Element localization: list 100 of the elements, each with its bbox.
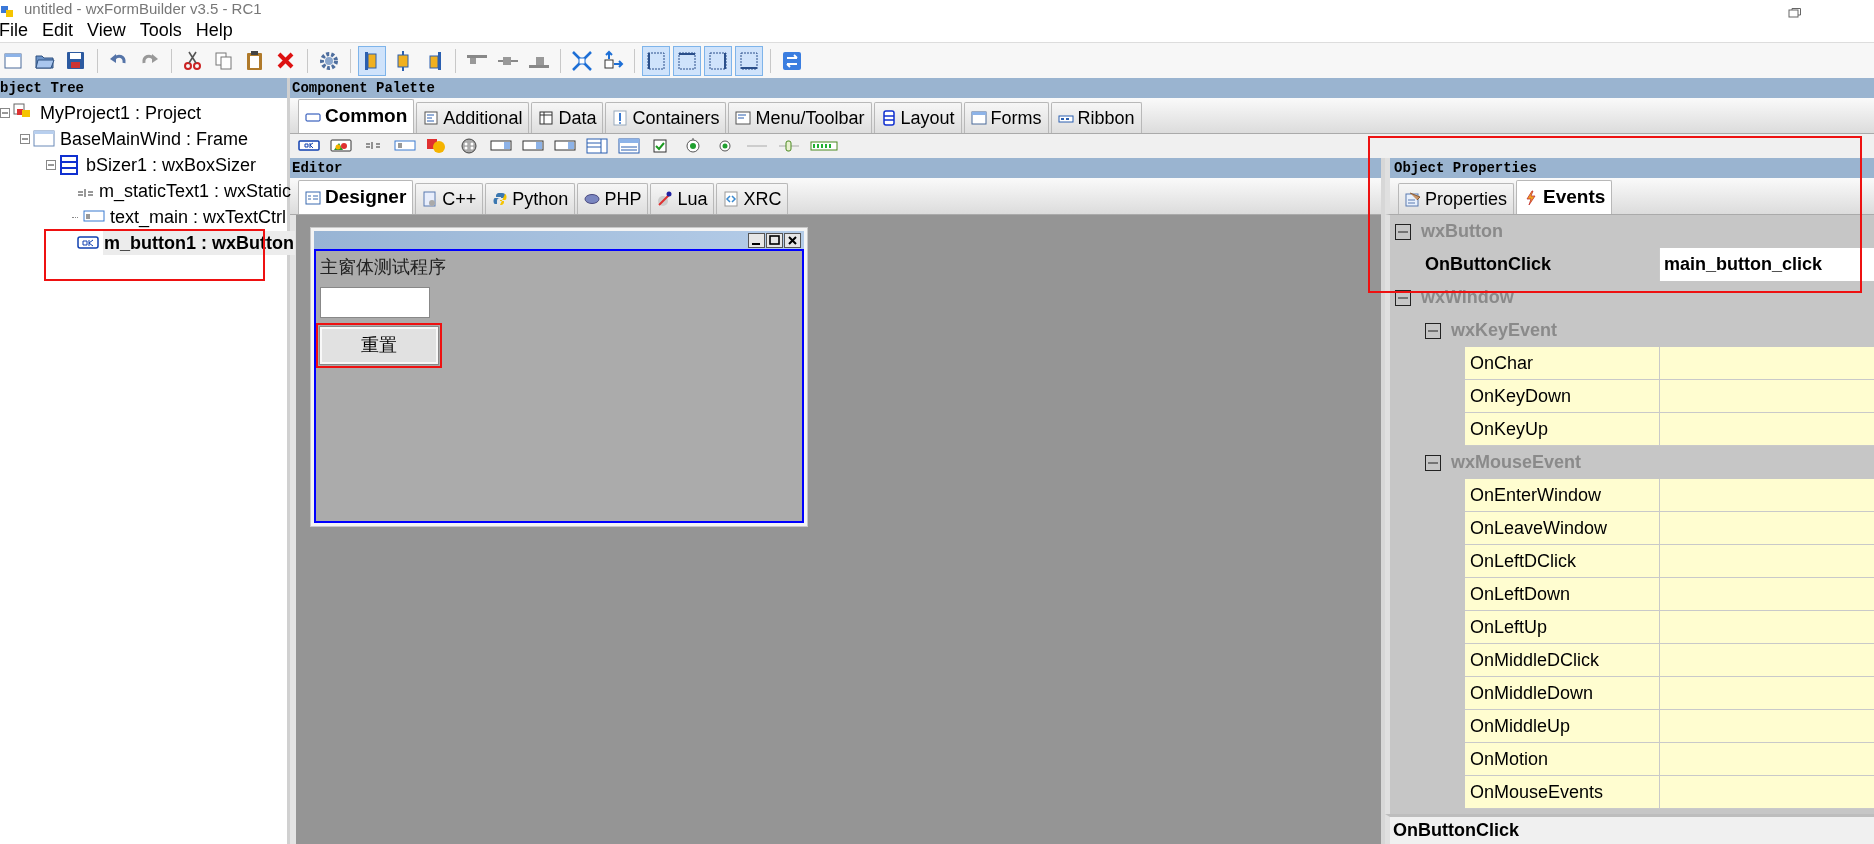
choice-icon[interactable] <box>554 138 576 154</box>
close-icon[interactable] <box>784 232 801 248</box>
border-button[interactable] <box>642 45 670 76</box>
border-button[interactable] <box>673 45 701 76</box>
border-button[interactable] <box>704 45 732 76</box>
shapes-icon[interactable] <box>426 138 448 154</box>
tab[interactable]: Events <box>1516 180 1613 214</box>
slider-icon[interactable] <box>778 138 800 154</box>
tree-item[interactable]: MyProject1 : Project <box>39 101 203 125</box>
swap-icon <box>781 49 803 72</box>
collapse-toggle-icon[interactable] <box>1395 223 1411 240</box>
gauge-icon[interactable] <box>810 138 838 154</box>
menu-item[interactable]: View <box>87 18 126 42</box>
sizer-icon <box>59 155 81 175</box>
property-name: OnLeftDown <box>1465 578 1660 611</box>
tree-item[interactable]: bSizer1 : wxBoxSizer <box>85 153 258 177</box>
property-name: OnMiddleUp <box>1465 710 1660 743</box>
tab-icon <box>880 110 897 126</box>
collapse-toggle-icon[interactable] <box>1425 322 1441 339</box>
collapse-toggle-icon[interactable] <box>1395 289 1411 306</box>
tab[interactable]: Containers <box>605 102 727 133</box>
expand-arrows-icon <box>571 49 593 72</box>
scissors-icon <box>182 49 204 72</box>
menu-item[interactable]: Help <box>195 18 233 42</box>
tab[interactable]: Data <box>531 102 604 133</box>
collapse-toggle-icon[interactable] <box>20 134 30 144</box>
text-input-field[interactable] <box>320 287 430 318</box>
tab[interactable]: XRC <box>716 183 789 214</box>
collapse-toggle-icon[interactable] <box>1425 454 1441 471</box>
tab[interactable]: Python <box>485 183 576 214</box>
tab[interactable]: Layout <box>873 102 962 133</box>
border-icon <box>645 49 667 72</box>
tab-icon <box>422 191 439 207</box>
border-button[interactable] <box>735 45 763 76</box>
list-box-icon[interactable] <box>586 138 608 154</box>
collapse-toggle-icon[interactable] <box>46 160 56 170</box>
panel-header: Object Properties <box>1385 158 1874 178</box>
tab-icon <box>970 110 987 126</box>
tab-icon <box>735 110 752 126</box>
text-control-icon[interactable] <box>394 138 416 154</box>
window-icon <box>33 129 55 149</box>
tab[interactable]: PHP <box>577 183 649 214</box>
tree-item[interactable]: BaseMainWind : Frame <box>59 127 250 151</box>
bitmap-button-icon[interactable] <box>330 138 352 154</box>
tab[interactable]: C++ <box>415 183 484 214</box>
tree-item[interactable]: text_main : wxTextCtrl <box>108 205 287 229</box>
property-name: OnMouseEvents <box>1465 776 1660 809</box>
property-value[interactable]: main_button_click <box>1660 248 1874 281</box>
tab-icon <box>1405 191 1421 207</box>
button-control-icon[interactable] <box>298 138 320 154</box>
list-control-icon[interactable] <box>618 138 640 154</box>
tab-icon <box>538 110 555 126</box>
border-icon <box>707 49 729 72</box>
tab-icon <box>305 189 321 206</box>
tab-icon <box>612 110 629 126</box>
app-logo-icon <box>0 6 16 18</box>
menu-item[interactable]: File <box>0 18 28 42</box>
static-text: 主窗体测试程序 <box>320 256 446 279</box>
property-name: OnMiddleDClick <box>1465 644 1660 677</box>
film-reel-icon[interactable] <box>458 138 480 154</box>
tab[interactable]: Ribbon <box>1050 102 1142 133</box>
combo-box-icon[interactable] <box>490 138 512 154</box>
border-icon <box>738 49 760 72</box>
window-title: untitled - wxFormBuilder v3.5 - RC1 <box>24 0 262 18</box>
minimize-icon[interactable] <box>748 232 765 248</box>
category-label: wxWindow <box>1421 286 1514 309</box>
tab[interactable]: Lua <box>650 183 715 214</box>
tree-item[interactable]: m_staticText1 : wxStatic <box>98 179 293 203</box>
align-left-button[interactable] <box>358 45 386 76</box>
category-label: wxKeyEvent <box>1451 319 1558 342</box>
tab-icon <box>584 191 601 207</box>
property-name: OnEnterWindow <box>1465 479 1660 512</box>
property-name: OnLeftUp <box>1465 611 1660 644</box>
property-name: OnLeaveWindow <box>1465 512 1660 545</box>
panel-header: Editor <box>290 158 1381 178</box>
menu-item[interactable]: Tools <box>139 18 182 42</box>
copy-icon <box>213 49 235 72</box>
gear-icon <box>318 49 340 72</box>
panel-header: bject Tree <box>0 78 287 98</box>
menu-item[interactable]: Edit <box>42 18 74 42</box>
tab-icon <box>657 191 674 207</box>
maximize-icon[interactable] <box>766 232 783 248</box>
property-name: OnChar <box>1465 347 1660 380</box>
combo-box-icon[interactable] <box>522 138 544 154</box>
tab-icon <box>723 191 740 207</box>
property-name: OnKeyDown <box>1465 380 1660 413</box>
tab[interactable]: Common <box>298 99 415 133</box>
restore-icon[interactable] <box>1788 8 1802 18</box>
tab[interactable]: Properties <box>1398 183 1515 214</box>
tab[interactable]: Designer <box>298 180 414 214</box>
border-icon <box>676 49 698 72</box>
tab[interactable]: Forms <box>963 102 1049 133</box>
property-name: OnLeftDClick <box>1465 545 1660 578</box>
collapse-toggle-icon[interactable] <box>0 108 10 118</box>
panel-header: Component Palette <box>290 78 1874 98</box>
category-label: wxButton <box>1421 220 1503 243</box>
tab[interactable]: Menu/Toolbar <box>728 102 872 133</box>
tab-icon <box>492 191 509 207</box>
form-button[interactable]: 重置 <box>320 327 438 364</box>
tab[interactable]: Additional <box>416 102 530 133</box>
